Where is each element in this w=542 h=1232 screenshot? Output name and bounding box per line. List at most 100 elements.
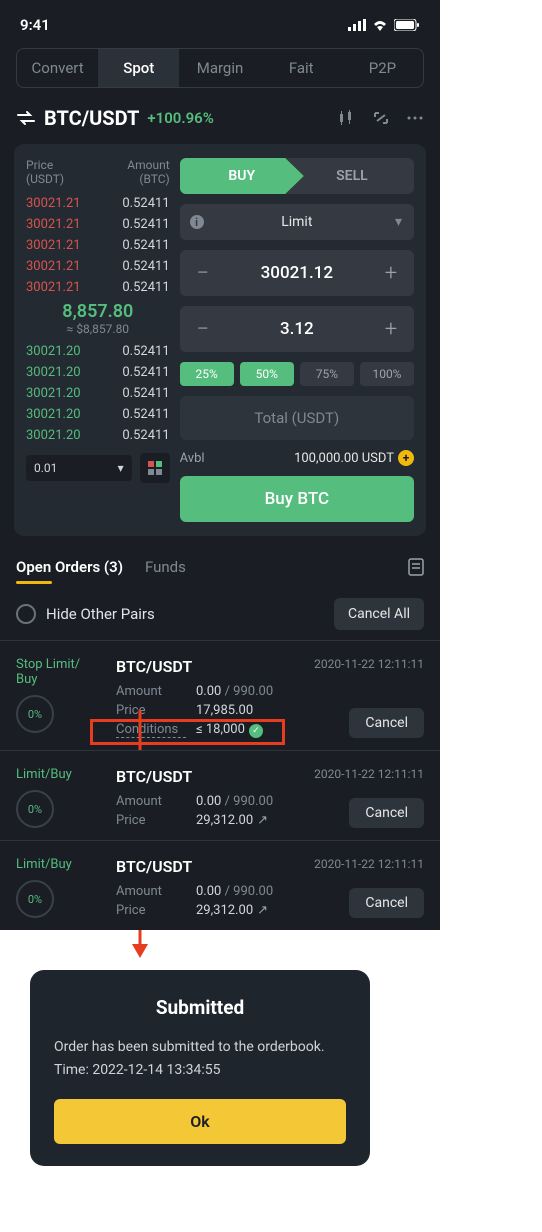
ob-price-header: Price (26, 158, 64, 172)
order-field-value: 29,312.00↗ (196, 813, 268, 828)
bid-row[interactable]: 30021.200.52411 (26, 386, 170, 401)
modal-time: Time: 2022-12-14 13:34:55 (54, 1060, 346, 1081)
ask-price: 30021.21 (26, 238, 81, 253)
bid-price: 30021.20 (26, 407, 81, 422)
orderbook-layout-button[interactable] (140, 453, 170, 483)
order-field-value: 17,985.00 (196, 703, 253, 718)
share-icon[interactable]: ↗ (257, 813, 268, 828)
tab-open-orders[interactable]: Open Orders (3) (16, 558, 123, 576)
more-icon[interactable] (406, 110, 424, 126)
pct-100[interactable]: 100% (360, 362, 414, 386)
plus-button[interactable]: + (374, 312, 408, 346)
order-field-value: 0.00 / 990.00 (196, 794, 273, 809)
order-timestamp: 2020-11-22 12:11:11 (314, 767, 424, 781)
buy-tab[interactable]: BUY (180, 158, 304, 194)
amount-input[interactable]: − 3.12 + (180, 306, 414, 352)
bid-row[interactable]: 30021.200.52411 (26, 365, 170, 380)
minus-button[interactable]: − (186, 256, 220, 290)
annotation-highlight (90, 719, 285, 745)
order-field-value: 0.00 / 990.00 (196, 884, 273, 899)
ask-row[interactable]: 30021.210.52411 (26, 259, 170, 274)
pair-symbol[interactable]: BTC/USDT (44, 106, 139, 130)
candles-icon[interactable] (338, 110, 356, 126)
ask-amount: 0.52411 (122, 196, 169, 211)
order-field-label: Price (116, 903, 186, 918)
avbl-value: 100,000.00 USDT (294, 451, 394, 466)
info-icon[interactable]: i (190, 215, 204, 229)
cancel-all-button[interactable]: Cancel All (334, 598, 424, 630)
tab-spot[interactable]: Spot (98, 49, 179, 87)
mid-approx: ≈ $8,857.80 (26, 322, 170, 336)
order-field-label: Amount (116, 684, 186, 699)
pair-change: +100.96% (147, 109, 213, 127)
pair-header: BTC/USDT +100.96% (0, 100, 440, 144)
nav-tabs: Convert Spot Margin Fait P2P (16, 48, 424, 88)
order-pair: BTC/USDT (116, 767, 304, 786)
bid-row[interactable]: 30021.200.52411 (26, 344, 170, 359)
hide-pairs-checkbox[interactable] (16, 604, 36, 624)
bid-row[interactable]: 30021.200.52411 (26, 407, 170, 422)
modal-title: Submitted (54, 996, 346, 1019)
swap-icon[interactable] (16, 110, 36, 126)
order-card: Limit/Buy 0%BTC/USDTAmount0.00 / 990.00P… (0, 840, 440, 930)
depth-select[interactable]: 0.01 ▾ (26, 455, 132, 481)
cancel-button[interactable]: Cancel (349, 798, 424, 828)
ask-row[interactable]: 30021.210.52411 (26, 196, 170, 211)
ask-row[interactable]: 30021.210.52411 (26, 217, 170, 232)
hide-pairs-row: Hide Other Pairs Cancel All (0, 584, 440, 640)
order-type-label: Limit (281, 214, 312, 230)
plus-button[interactable]: + (374, 256, 408, 290)
ob-amount-unit: (BTC) (127, 172, 169, 186)
pct-50[interactable]: 50% (240, 362, 294, 386)
order-field-label: Amount (116, 884, 186, 899)
history-icon[interactable] (408, 558, 424, 576)
order-type-select[interactable]: i Limit ▾ (180, 204, 414, 240)
amount-value: 3.12 (220, 319, 374, 339)
total-input[interactable]: Total (USDT) (180, 396, 414, 440)
pct-25[interactable]: 25% (180, 362, 234, 386)
status-time: 9:41 (20, 16, 50, 34)
minus-button[interactable]: − (186, 312, 220, 346)
cancel-button[interactable]: Cancel (349, 888, 424, 918)
modal-body: Order has been submitted to the orderboo… (54, 1037, 346, 1058)
order-field-value: 0.00 / 990.00 (196, 684, 273, 699)
sell-tab[interactable]: SELL (290, 158, 414, 194)
tab-margin[interactable]: Margin (179, 49, 260, 87)
order-side: Stop Limit/ Buy (16, 657, 106, 687)
bid-row[interactable]: 30021.200.52411 (26, 428, 170, 443)
status-icons (348, 19, 420, 31)
submit-button[interactable]: Buy BTC (180, 476, 414, 522)
hide-pairs-label: Hide Other Pairs (46, 605, 155, 623)
order-timestamp: 2020-11-22 12:11:11 (314, 657, 424, 671)
ask-row[interactable]: 30021.210.52411 (26, 238, 170, 253)
order-side: Limit/Buy (16, 857, 106, 872)
share-icon[interactable]: ↗ (257, 903, 268, 918)
trade-form: BUY SELL i Limit ▾ − 30021.12 + − 3.12 +… (180, 158, 414, 522)
order-timestamp: 2020-11-22 12:11:11 (314, 857, 424, 871)
order-progress: 0% (16, 790, 54, 828)
ask-price: 30021.21 (26, 280, 81, 295)
tab-convert[interactable]: Convert (17, 49, 98, 87)
mid-price: 8,857.80 (26, 301, 170, 322)
add-funds-icon[interactable]: + (398, 450, 414, 466)
order-book: Price(USDT) Amount(BTC) 30021.210.524113… (26, 158, 170, 522)
ask-row[interactable]: 30021.21 0.52411 (26, 280, 170, 295)
ask-price: 30021.21 (26, 217, 81, 232)
pct-75[interactable]: 75% (300, 362, 354, 386)
tab-funds[interactable]: Funds (145, 558, 186, 576)
ok-button[interactable]: Ok (54, 1099, 346, 1144)
order-field-label: Price (116, 703, 186, 718)
chevron-down-icon: ▾ (118, 461, 124, 475)
order-field-label: Amount (116, 794, 186, 809)
price-input[interactable]: − 30021.12 + (180, 250, 414, 296)
buy-sell-toggle: BUY SELL (180, 158, 414, 194)
tab-fait[interactable]: Fait (261, 49, 342, 87)
status-bar: 9:41 (0, 0, 440, 44)
link-icon[interactable] (372, 110, 390, 126)
avbl-label: Avbl (180, 451, 205, 466)
tab-p2p[interactable]: P2P (342, 49, 423, 87)
cancel-button[interactable]: Cancel (349, 708, 424, 738)
ask-amount: 0.52411 (122, 280, 169, 295)
order-card: Limit/Buy 0%BTC/USDTAmount0.00 / 990.00P… (0, 750, 440, 840)
order-progress: 0% (16, 880, 54, 918)
